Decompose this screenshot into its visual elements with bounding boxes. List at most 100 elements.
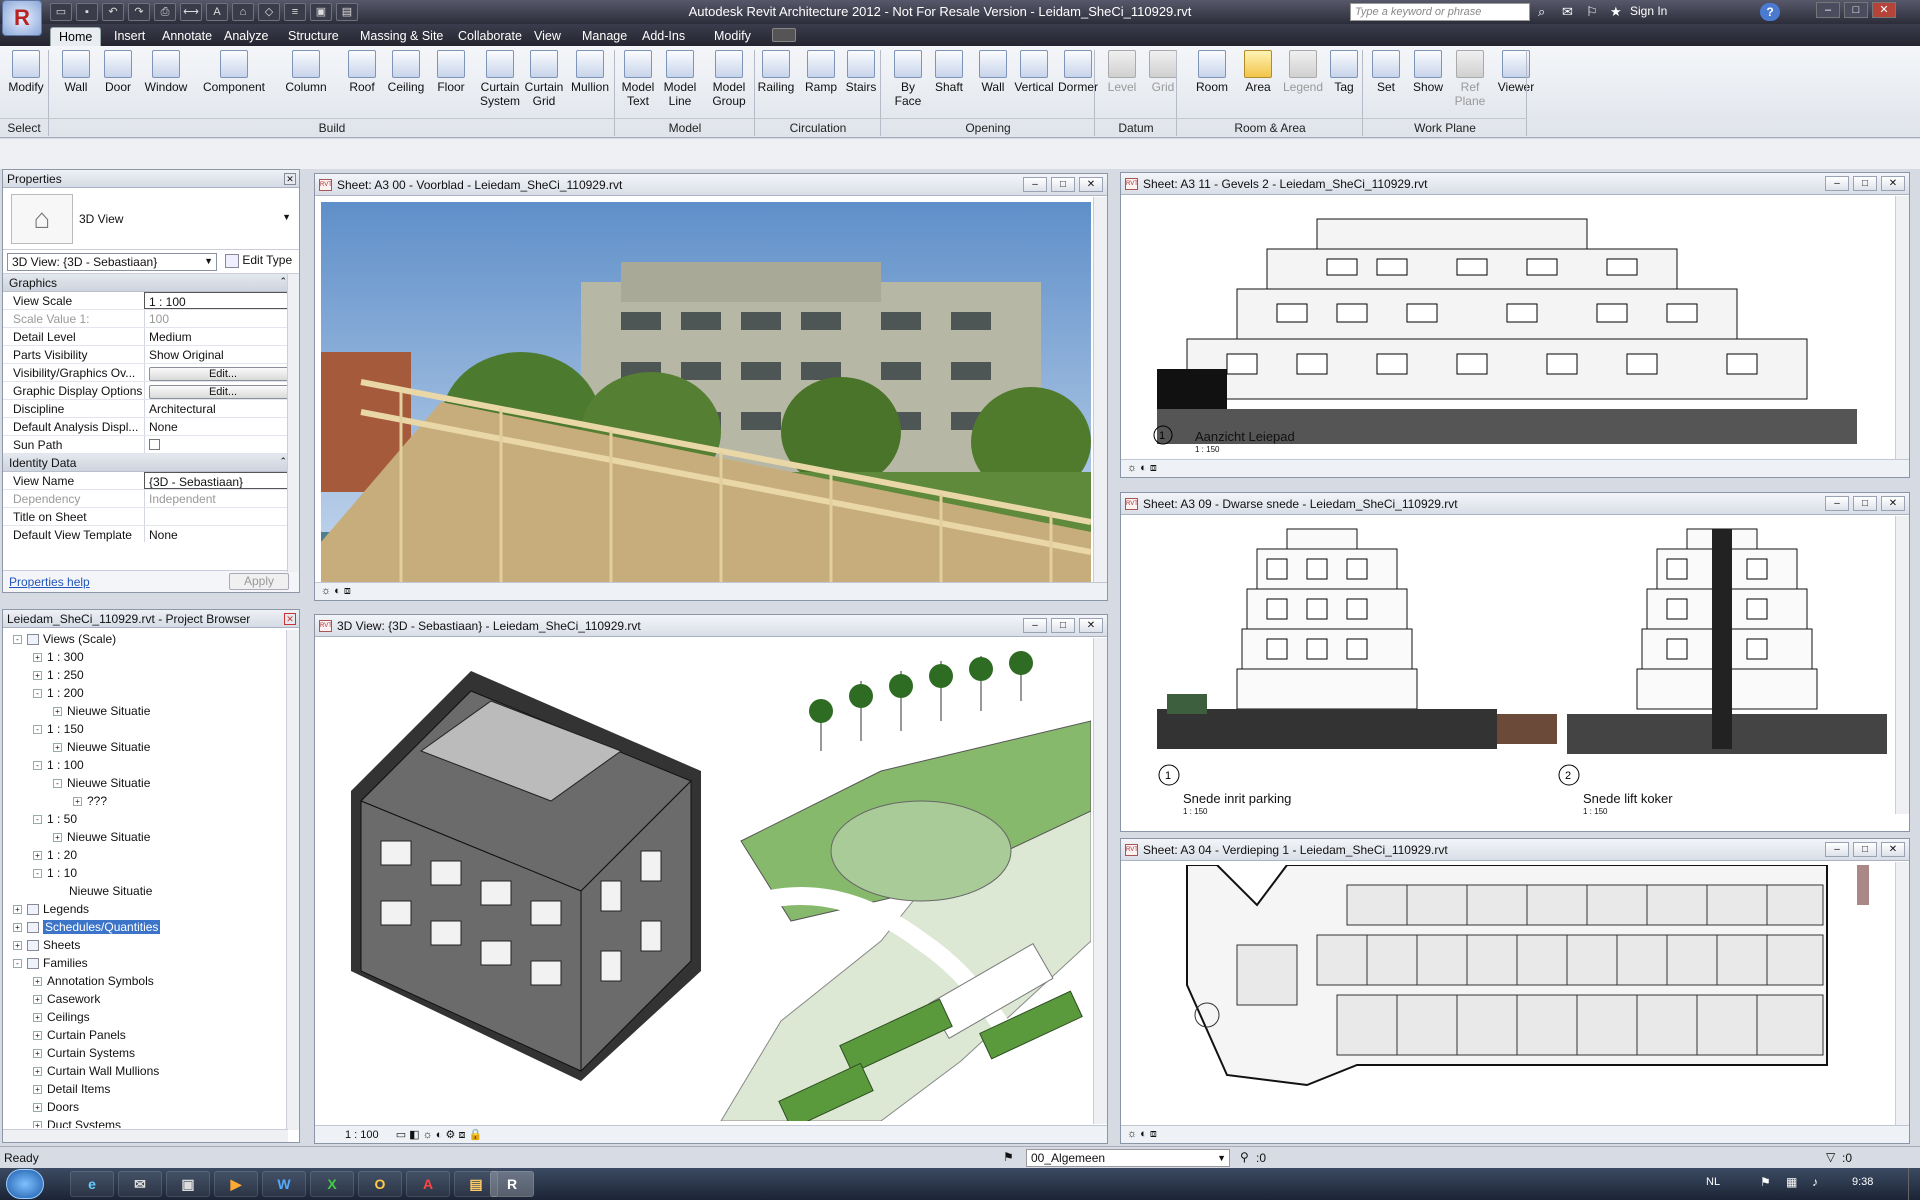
ribbon-button-stairs[interactable]: Stairs [842, 50, 880, 94]
ribbon-button-set[interactable]: Set [1370, 50, 1402, 94]
expand-icon[interactable]: + [13, 941, 22, 951]
browser-item[interactable]: -1 : 10 [33, 866, 77, 880]
print-icon[interactable]: ⎙ [154, 3, 176, 21]
property-value[interactable]: Edit... [144, 364, 299, 381]
browser-item[interactable]: - Families [13, 956, 88, 970]
close-button[interactable]: ✕ [1079, 618, 1103, 633]
view-scale[interactable]: 1 : 100 [345, 1129, 379, 1141]
chevron-down-icon[interactable]: ▼ [282, 212, 291, 222]
expand-icon[interactable]: + [33, 1049, 42, 1059]
property-row[interactable]: Default View Template None [3, 526, 299, 542]
browser-scrollbar[interactable] [286, 630, 299, 1130]
collapse-icon[interactable]: - [33, 761, 42, 771]
property-group-graphics[interactable]: Graphics ⌃ [3, 274, 299, 292]
filter-icon[interactable]: ▽ [1826, 1150, 1835, 1164]
browser-item[interactable]: -1 : 150 [33, 722, 84, 736]
help-icon[interactable]: ? [1760, 3, 1780, 21]
properties-scrollbar[interactable] [287, 274, 299, 572]
browser-item[interactable]: - Nieuwe Situatie [53, 776, 150, 790]
shadow-icon[interactable]: ◐ [1140, 462, 1147, 474]
ie-icon[interactable]: e [70, 1171, 114, 1197]
open-icon[interactable]: ▭ [50, 3, 72, 21]
browser-item[interactable]: -1 : 100 [33, 758, 84, 772]
view-vscrollbar[interactable] [1093, 197, 1107, 582]
maximize-button[interactable]: □ [1051, 177, 1075, 192]
ribbon-button-level[interactable]: Level [1102, 50, 1142, 94]
maximize-button[interactable]: □ [1853, 496, 1877, 511]
crop-icon[interactable]: ⧈ [1150, 1128, 1157, 1140]
clock[interactable]: 9:38 [1852, 1176, 1873, 1188]
network-icon[interactable]: ▦ [1786, 1175, 1797, 1189]
3d-model-canvas[interactable] [321, 641, 1091, 1121]
acrobat-icon[interactable]: A [406, 1171, 450, 1197]
crop-icon[interactable]: ⧈ [1150, 462, 1157, 474]
view-vscrollbar[interactable] [1895, 196, 1909, 460]
browser-item[interactable]: + Curtain Wall Mullions [33, 1064, 159, 1078]
ribbon-button-ramp[interactable]: Ramp [802, 50, 840, 94]
browser-item[interactable]: + Legends [13, 902, 89, 916]
text-icon[interactable]: A [206, 3, 228, 21]
browser-hscrollbar[interactable] [3, 1129, 288, 1142]
visual-style-icon[interactable]: ◧ [409, 1129, 419, 1141]
collapse-icon[interactable]: ⌃ [279, 456, 287, 467]
collapse-icon[interactable]: - [13, 959, 22, 969]
ribbon-button-curtain-grid[interactable]: Curtain Grid [522, 50, 566, 108]
close-button[interactable]: ✕ [1872, 2, 1896, 18]
ribbon-button-window[interactable]: Window [140, 50, 192, 94]
browser-item[interactable]: + Nieuwe Situatie [53, 830, 150, 844]
sun-icon[interactable]: ☼ [321, 585, 331, 597]
thin-lines-icon[interactable]: ≡ [284, 3, 306, 21]
browser-item[interactable]: + Schedules/Quantities [13, 920, 161, 934]
collapse-icon[interactable]: - [33, 815, 42, 825]
view-window-gevels[interactable]: RVT Sheet: A3 11 - Gevels 2 - Leiedam_Sh… [1120, 172, 1910, 478]
tab-manage[interactable]: Manage [574, 27, 635, 46]
browser-item[interactable]: -1 : 200 [33, 686, 84, 700]
browser-item[interactable]: - Views (Scale) [13, 632, 116, 646]
ribbon-button-viewer[interactable]: Viewer [1494, 50, 1538, 94]
tab-collaborate[interactable]: Collaborate [450, 27, 530, 46]
shadow-icon[interactable]: ◐ [436, 1129, 443, 1141]
browser-item[interactable]: + Curtain Panels [33, 1028, 126, 1042]
communication-icon[interactable]: ⚐ [1586, 4, 1598, 20]
view-control-bar[interactable]: ☼ ◐ ⧈ [1121, 459, 1909, 477]
view-control-bar[interactable]: ☼ ◐ ⧈ [1121, 1125, 1909, 1143]
property-row[interactable]: Title on Sheet [3, 508, 299, 526]
view-window-verdieping[interactable]: RVT Sheet: A3 04 - Verdieping 1 - Leieda… [1120, 838, 1910, 1144]
property-value[interactable]: {3D - Sebastiaan} [144, 472, 299, 489]
ribbon-button-curtain-system[interactable]: Curtain System [478, 50, 522, 108]
tab-structure[interactable]: Structure [280, 27, 347, 46]
browser-item[interactable]: +??? [73, 794, 107, 808]
collapse-icon[interactable]: - [33, 869, 42, 879]
browser-item[interactable]: + Duct Systems [33, 1118, 121, 1128]
tab-massing-site[interactable]: Massing & Site [352, 27, 451, 46]
browser-item[interactable]: + Doors [33, 1100, 79, 1114]
browser-item[interactable]: Nieuwe Situatie [53, 884, 152, 898]
ribbon-button-shaft[interactable]: Shaft [930, 50, 968, 94]
save-icon[interactable]: ▪ [76, 3, 98, 21]
binoculars-icon[interactable]: ⌕ [1538, 4, 1545, 20]
browser-item[interactable]: -1 : 50 [33, 812, 77, 826]
crop-icon[interactable]: ⧈ [344, 585, 351, 597]
browser-item[interactable]: +1 : 300 [33, 650, 84, 664]
ribbon-button-component[interactable]: Component [196, 50, 272, 94]
expand-icon[interactable]: + [13, 923, 22, 933]
close-icon[interactable]: ✕ [284, 613, 296, 625]
sign-in-button[interactable]: Sign In [1630, 4, 1667, 18]
browser-item[interactable]: +1 : 20 [33, 848, 77, 862]
expand-icon[interactable]: + [33, 1067, 42, 1077]
ribbon-button-tag[interactable]: Tag [1324, 50, 1364, 94]
properties-help-link[interactable]: Properties help [9, 575, 90, 589]
property-value[interactable]: Independent [144, 490, 299, 507]
worksets-icon[interactable]: ⚑ [1003, 1150, 1014, 1164]
expand-icon[interactable]: + [33, 1121, 42, 1128]
expand-icon[interactable]: + [53, 743, 62, 753]
expand-icon[interactable]: + [33, 1103, 42, 1113]
property-row[interactable]: Discipline Architectural [3, 400, 299, 418]
property-row[interactable]: View Name {3D - Sebastiaan} [3, 472, 299, 490]
close-icon[interactable]: ✕ [284, 173, 296, 185]
browser-item[interactable]: + Nieuwe Situatie [53, 704, 150, 718]
ribbon-button-show[interactable]: Show [1410, 50, 1446, 94]
view-window-dwarse-snede[interactable]: RVT Sheet: A3 09 - Dwarse snede - Leieda… [1120, 492, 1910, 832]
detail-level-icon[interactable]: ▭ [396, 1129, 406, 1141]
ribbon-button-modify[interactable]: Modify [4, 50, 48, 94]
